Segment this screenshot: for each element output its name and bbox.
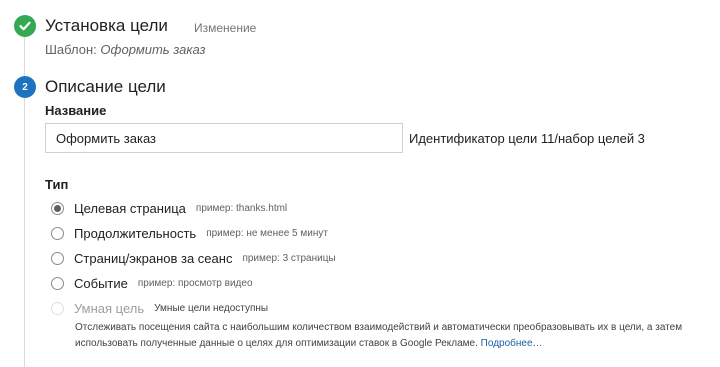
learn-more-link[interactable]: Подробнее… — [481, 338, 543, 349]
type-option-hint: Умные цели недоступны — [154, 302, 269, 314]
type-option-duration[interactable]: Продолжительность пример: не менее 5 мин… — [51, 224, 328, 242]
step1-title: Установка цели — [45, 16, 168, 35]
step-complete-check-icon — [14, 15, 36, 37]
radio-duration[interactable] — [51, 226, 64, 240]
type-option-label: Целевая страница — [74, 200, 186, 216]
smart-goal-description-text: Отслеживать посещения сайта с наибольшим… — [75, 322, 683, 349]
type-option-hint: пример: 3 страницы — [242, 252, 336, 264]
step2-title: Описание цели — [45, 77, 166, 96]
goal-setup-page: Установка цели Изменение Шаблон: Оформит… — [0, 0, 720, 367]
template-label: Шаблон: — [45, 42, 97, 57]
type-option-destination[interactable]: Целевая страница пример: thanks.html — [51, 199, 287, 217]
goal-type-label: Тип — [45, 177, 69, 192]
step2-number-badge: 2 — [14, 76, 36, 98]
smart-goal-description: Отслеживать посещения сайта с наибольшим… — [75, 320, 687, 352]
type-option-label: Событие — [74, 275, 128, 291]
goal-id-text: Идентификатор цели 11/набор целей 3 — [409, 131, 645, 146]
type-option-smart-goal: Умная цель Умные цели недоступны — [51, 299, 268, 317]
type-option-event[interactable]: Событие пример: просмотр видео — [51, 274, 253, 292]
goal-name-label: Название — [45, 103, 107, 118]
type-option-label: Страниц/экранов за сеанс — [74, 250, 233, 266]
radio-destination[interactable] — [51, 201, 64, 215]
check-icon — [19, 21, 31, 31]
radio-pages-per-session[interactable] — [51, 251, 64, 265]
type-option-label: Продолжительность — [74, 225, 197, 241]
edit-step1-link[interactable]: Изменение — [194, 21, 256, 35]
type-option-pages-per-session[interactable]: Страниц/экранов за сеанс пример: 3 стран… — [51, 249, 336, 267]
radio-smart-goal-disabled — [51, 301, 64, 315]
type-option-hint: пример: thanks.html — [195, 202, 288, 214]
radio-event[interactable] — [51, 276, 64, 290]
goal-name-input[interactable] — [45, 123, 403, 153]
template-summary: Шаблон: Оформить заказ — [45, 42, 206, 57]
type-option-hint: пример: не менее 5 минут — [206, 227, 328, 239]
type-option-label: Умная цель — [74, 300, 145, 316]
type-option-hint: пример: просмотр видео — [137, 277, 253, 289]
template-value: Оформить заказ — [100, 42, 206, 57]
